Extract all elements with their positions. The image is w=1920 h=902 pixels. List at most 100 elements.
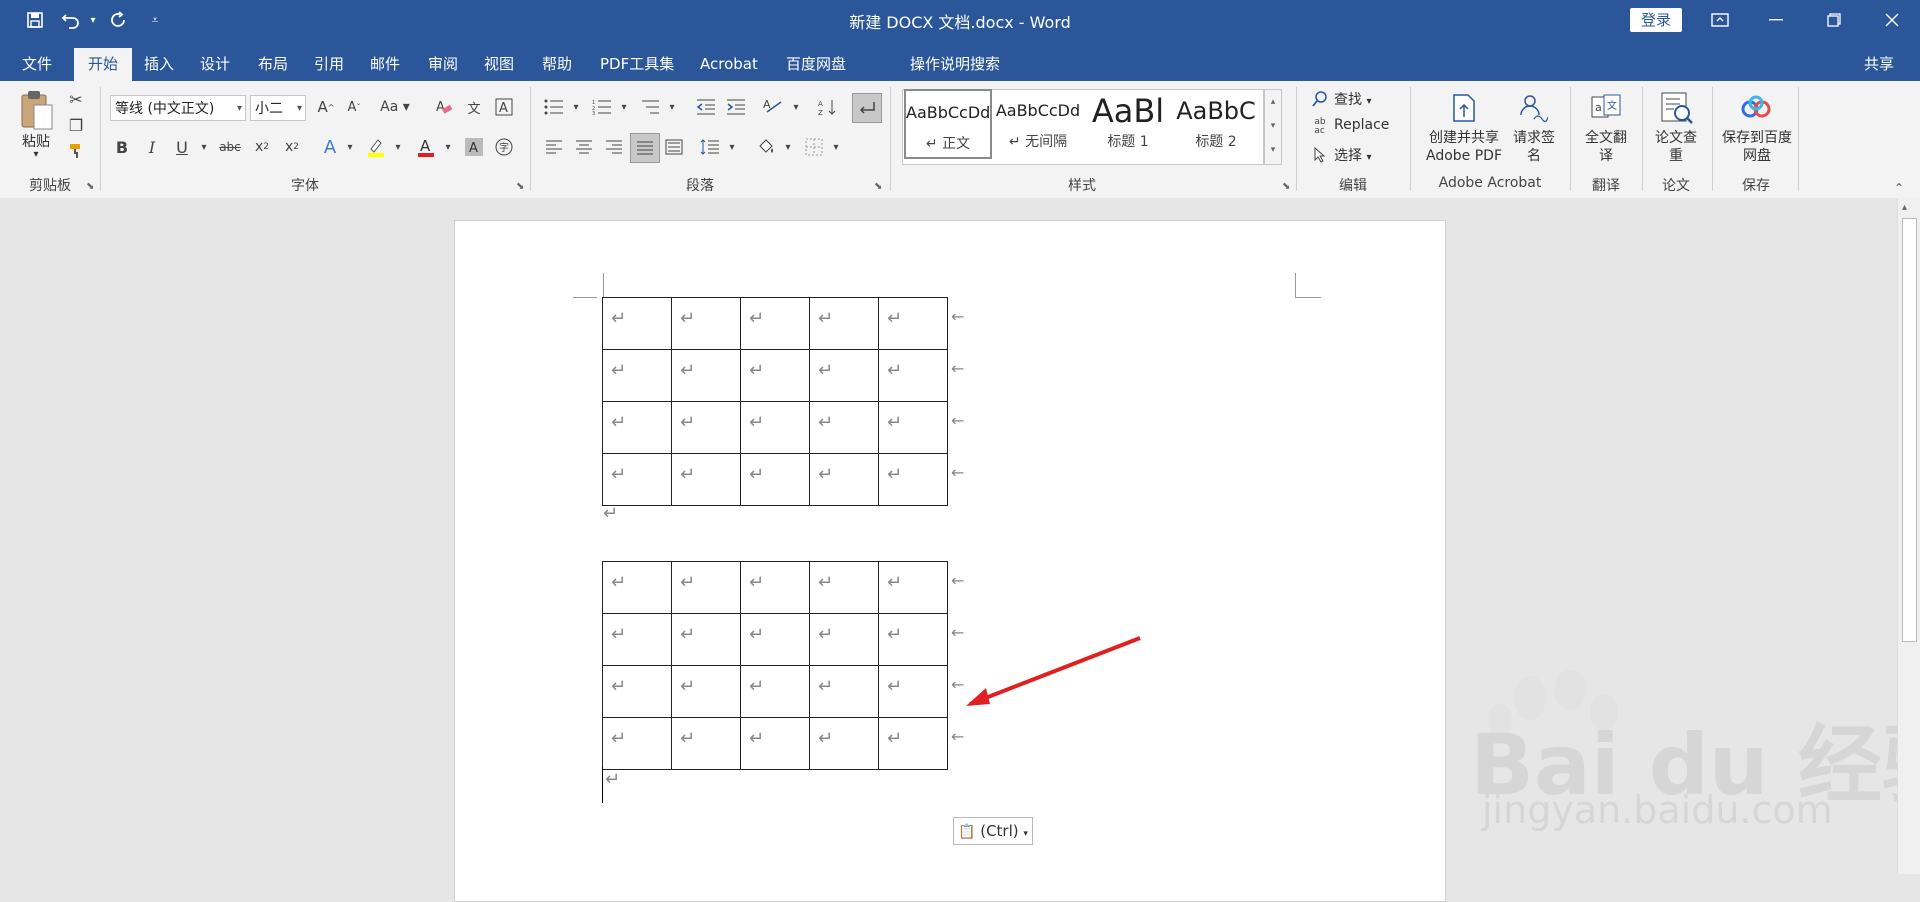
login-button[interactable]: 登录 [1630,8,1682,32]
tab-baidu-netdisk[interactable]: 百度网盘 [780,48,852,81]
table-cell[interactable]: ↵ [602,297,672,350]
restore-button[interactable] [1806,0,1862,40]
superscript-icon[interactable]: x2 [280,135,304,159]
italic-icon[interactable]: I [140,135,164,159]
numbering-icon[interactable]: 123 [590,95,614,119]
table-cell[interactable]: ↵ [740,613,810,666]
format-painter-icon[interactable] [64,139,88,163]
paste-button[interactable]: 粘贴 [18,131,54,151]
character-border-icon[interactable]: A [492,95,516,119]
request-signature-button[interactable]: 请求签名 [1512,129,1556,165]
shading-dropdown-icon[interactable]: ▾ [776,135,800,159]
multilevel-dropdown-icon[interactable]: ▾ [660,95,684,119]
table-cell[interactable]: ↵ [602,717,672,770]
change-case-icon[interactable]: Aa ▾ [378,95,412,119]
table-cell[interactable]: ↵ [809,453,879,506]
table-cell[interactable]: ↵ [809,665,879,718]
select-button[interactable]: 选择 ▾ [1334,145,1371,165]
table-cell[interactable]: ↵ [878,401,948,454]
line-spacing-icon[interactable] [698,135,722,159]
table-cell[interactable]: ↵ [809,717,879,770]
shrink-font-icon[interactable]: Aˇ [342,95,366,119]
numbering-dropdown-icon[interactable]: ▾ [612,95,636,119]
full-translate-button[interactable]: 全文翻译 [1584,129,1628,165]
tab-insert[interactable]: 插入 [138,48,180,81]
table-cell[interactable]: ↵ [671,401,741,454]
strikethrough-icon[interactable]: abc [218,135,242,159]
table-cell[interactable]: ↵ [740,717,810,770]
tab-view[interactable]: 视图 [478,48,520,81]
styles-scroll[interactable]: ▴ ▾ ▾ [1264,89,1282,165]
highlight-dropdown-icon[interactable]: ▾ [386,135,410,159]
table-cell[interactable]: ↵ [809,297,879,350]
table-cell[interactable]: ↵ [809,349,879,402]
table-cell[interactable]: ↵ [602,349,672,402]
sort-icon[interactable]: AZ [816,95,840,119]
tell-me-search[interactable]: 操作说明搜索 [904,48,1006,81]
tab-design[interactable]: 设计 [194,48,236,81]
ribbon-display-icon[interactable] [1692,0,1748,40]
underline-dropdown-icon[interactable]: ▾ [192,135,216,159]
table-cell[interactable]: ↵ [878,717,948,770]
distributed-icon[interactable] [662,135,686,159]
chinese-layout-dropdown-icon[interactable]: ▾ [784,95,808,119]
table-2[interactable]: ↵ ↵ ↵ ↵ ↵ ↵ ↵ ↵ ↵ ↵ ↵ ↵ ↵ ↵ ↵ ↵ ↵ ↵ ↵ ↵ [602,561,948,770]
align-right-icon[interactable] [602,135,626,159]
phonetic-guide-icon[interactable]: 文 [462,95,486,119]
font-color-icon[interactable]: A [414,135,438,159]
more-styles-icon[interactable]: ▾ [1265,138,1281,162]
find-button[interactable]: 查找 ▾ [1334,89,1371,109]
tab-help[interactable]: 帮助 [536,48,578,81]
vertical-scrollbar[interactable]: ▴ [1897,198,1920,874]
chevron-up-icon[interactable]: ▴ [1265,90,1281,114]
style-no-spacing[interactable]: AaBbCcDd ↵ 无间隔 [994,89,1082,159]
decrease-indent-icon[interactable] [694,95,718,119]
paste-options-button[interactable]: 📋 (Ctrl) ▾ [953,817,1033,845]
tab-review[interactable]: 审阅 [422,48,464,81]
underline-icon[interactable]: U [170,135,194,159]
table-cell[interactable]: ↵ [809,561,879,614]
table-cell[interactable]: ↵ [878,349,948,402]
style-normal[interactable]: AaBbCcDd ↵ 正文 [904,89,992,159]
highlight-icon[interactable] [364,135,388,159]
table-cell[interactable]: ↵ [740,561,810,614]
table-1[interactable]: ↵ ↵ ↵ ↵ ↵ ↵ ↵ ↵ ↵ ↵ ↵ ↵ ↵ ↵ ↵ ↵ ↵ ↵ ↵ ↵ [602,297,948,506]
create-share-pdf-button[interactable]: 创建并共享 Adobe PDF [1418,129,1510,165]
multilevel-list-icon[interactable] [638,95,662,119]
table-cell[interactable]: ↵ [740,665,810,718]
table-cell[interactable]: ↵ [878,453,948,506]
table-cell[interactable]: ↵ [671,297,741,350]
character-shading-icon[interactable]: A [462,135,486,159]
increase-indent-icon[interactable] [724,95,748,119]
paste-dropdown-icon[interactable]: ▾ [30,149,42,160]
table-cell[interactable]: ↵ [602,401,672,454]
table-cell[interactable]: ↵ [740,401,810,454]
table-cell[interactable]: ↵ [602,665,672,718]
save-to-baidu-button[interactable]: 保存到百度网盘 [1722,129,1792,165]
chinese-layout-icon[interactable]: A [762,95,786,119]
align-center-icon[interactable] [572,135,596,159]
grow-font-icon[interactable]: A ^ [314,95,338,119]
scroll-up-icon[interactable]: ▴ [1902,202,1907,213]
clear-formatting-icon[interactable]: A [432,95,456,119]
collapse-ribbon-icon[interactable]: ⌃ [1894,181,1904,195]
table-cell[interactable]: ↵ [878,561,948,614]
bullets-dropdown-icon[interactable]: ▾ [564,95,588,119]
table-cell[interactable]: ↵ [878,613,948,666]
table-cell[interactable]: ↵ [740,297,810,350]
tab-acrobat[interactable]: Acrobat [694,48,764,81]
tab-pdf-tools[interactable]: PDF工具集 [594,48,680,81]
table-cell[interactable]: ↵ [671,613,741,666]
clipboard-launcher-icon[interactable]: ⬊ [86,181,96,192]
borders-dropdown-icon[interactable]: ▾ [824,135,848,159]
document-page[interactable]: ↵ ↵ ↵ ↵ ↵ ↵ ↵ ↵ ↵ ↵ ↵ ↵ ↵ ↵ ↵ ↵ ↵ ↵ ↵ ↵ … [454,220,1446,902]
bullets-icon[interactable] [542,95,566,119]
table-cell[interactable]: ↵ [602,561,672,614]
bold-icon[interactable]: B [110,135,134,159]
justify-icon[interactable] [630,133,660,163]
style-heading-2[interactable]: AaBbC 标题 2 [1172,89,1260,159]
style-heading-1[interactable]: AaBl 标题 1 [1084,89,1172,159]
enclose-characters-icon[interactable]: 字 [492,135,516,159]
close-button[interactable] [1864,0,1920,40]
font-size-combo[interactable]: 小二 ▾ [250,95,306,121]
